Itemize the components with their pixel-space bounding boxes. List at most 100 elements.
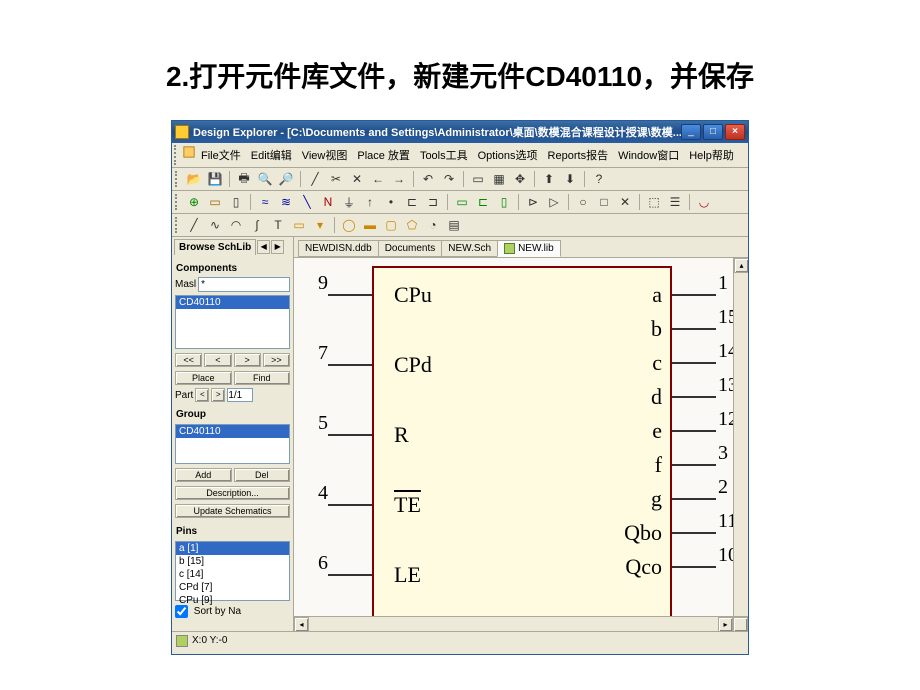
list-item[interactable]: CD40110	[176, 296, 289, 309]
menu-reports[interactable]: Reports报告	[543, 145, 614, 165]
move-icon[interactable]: ✥	[511, 170, 529, 188]
pin-line[interactable]	[672, 362, 716, 364]
update-schematics-button[interactable]: Update Schematics	[175, 504, 290, 518]
draw-arrow-icon[interactable]: ▾	[311, 216, 329, 234]
list-item[interactable]: a [1]	[176, 542, 289, 555]
draw-polyline-icon[interactable]: ∿	[206, 216, 224, 234]
pin-line[interactable]	[672, 328, 716, 330]
browse-tab[interactable]: Browse SchLib	[174, 239, 256, 255]
del-button[interactable]: Del	[234, 468, 291, 482]
draw-text-icon[interactable]: T	[269, 216, 287, 234]
description-button[interactable]: Description...	[175, 486, 290, 500]
menu-grip-icon[interactable]	[174, 145, 180, 165]
nav-back-button[interactable]: <	[204, 353, 231, 367]
pin-line[interactable]	[672, 566, 716, 568]
tab-lib[interactable]: NEW.lib	[497, 240, 561, 257]
find-button[interactable]: Find	[234, 371, 291, 385]
part-count-field[interactable]	[227, 388, 253, 402]
part-prev-button[interactable]: <	[195, 388, 209, 402]
draw-rect-icon[interactable]: ▭	[290, 216, 308, 234]
nav-fwd-button[interactable]: >	[234, 353, 261, 367]
open-icon[interactable]: 📂	[185, 170, 203, 188]
menu-file[interactable]: File文件	[196, 145, 246, 165]
pin-line[interactable]	[328, 504, 372, 506]
redo-icon[interactable]: ↷	[440, 170, 458, 188]
group-listbox[interactable]: CD40110	[175, 424, 290, 464]
layer-down-icon[interactable]: ⬇	[561, 170, 579, 188]
mask-input[interactable]	[198, 277, 290, 292]
tab-sch[interactable]: NEW.Sch	[441, 240, 498, 257]
place-button[interactable]: Place	[175, 371, 232, 385]
pin-line[interactable]	[328, 364, 372, 366]
annotate-icon[interactable]: ⊳	[524, 193, 542, 211]
system-menu-icon[interactable]	[182, 145, 196, 159]
grid-icon[interactable]: ▦	[490, 170, 508, 188]
zoom-out-icon[interactable]: 🔎	[277, 170, 295, 188]
tool-line-icon[interactable]: ╱	[306, 170, 324, 188]
toolbar-grip-icon[interactable]	[175, 194, 181, 210]
ic-icon[interactable]: ▯	[227, 193, 245, 211]
sim-icon[interactable]: ◡	[695, 193, 713, 211]
part-icon[interactable]: ⊕	[185, 193, 203, 211]
label-icon[interactable]: ▷	[545, 193, 563, 211]
nav-last-button[interactable]: >>	[263, 353, 290, 367]
power-icon[interactable]: ↑	[361, 193, 379, 211]
tab-prev-icon[interactable]: ◀	[257, 240, 270, 254]
component-listbox[interactable]: CD40110	[175, 295, 290, 349]
vertical-scrollbar[interactable]: ▴	[733, 258, 748, 616]
menu-view[interactable]: View视图	[297, 145, 353, 165]
pin-line[interactable]	[672, 464, 716, 466]
port-icon[interactable]: ⊏	[403, 193, 421, 211]
menu-edit[interactable]: Edit编辑	[246, 145, 297, 165]
rect2-icon[interactable]: □	[595, 193, 613, 211]
list-item[interactable]: c [14]	[176, 568, 289, 581]
toolbar-grip-icon[interactable]	[175, 171, 181, 187]
pin-line[interactable]	[672, 430, 716, 432]
port2-icon[interactable]: ⊐	[424, 193, 442, 211]
draw-roundrect-icon[interactable]: ▢	[382, 216, 400, 234]
erc-icon[interactable]: ⬚	[645, 193, 663, 211]
draw-pie-icon[interactable]: ◔	[424, 216, 442, 234]
menu-window[interactable]: Window窗口	[613, 145, 684, 165]
draw-bezier-icon[interactable]: ∫	[248, 216, 266, 234]
draw-poly-icon[interactable]: ⬠	[403, 216, 421, 234]
scroll-right-icon[interactable]: ▸	[718, 617, 733, 631]
save-icon[interactable]: 💾	[206, 170, 224, 188]
netlist-icon[interactable]: ☰	[666, 193, 684, 211]
busline-icon[interactable]: ╲	[298, 193, 316, 211]
undo-icon[interactable]: ↶	[419, 170, 437, 188]
cross2-icon[interactable]: ✕	[616, 193, 634, 211]
toolbar-grip-icon[interactable]	[175, 217, 181, 233]
chip-icon[interactable]: ▭	[206, 193, 224, 211]
net-icon[interactable]: N	[319, 193, 337, 211]
draw-arc-icon[interactable]: ◠	[227, 216, 245, 234]
pin-line[interactable]	[672, 498, 716, 500]
junction-icon[interactable]: •	[382, 193, 400, 211]
tool-cross-icon[interactable]: ✕	[348, 170, 366, 188]
ellipse-icon[interactable]: ○	[574, 193, 592, 211]
list-item[interactable]: b [15]	[176, 555, 289, 568]
draw-circ-icon[interactable]: ◯	[340, 216, 358, 234]
bus-icon[interactable]: ≋	[277, 193, 295, 211]
tool-cut-icon[interactable]: ✂	[327, 170, 345, 188]
scroll-left-icon[interactable]: ◂	[294, 617, 309, 631]
menu-options[interactable]: Options选项	[473, 145, 543, 165]
horizontal-scrollbar[interactable]: ◂ ▸	[294, 616, 748, 631]
pin-line[interactable]	[328, 434, 372, 436]
pin-line[interactable]	[672, 532, 716, 534]
menu-tools[interactable]: Tools工具	[415, 145, 473, 165]
rect-icon[interactable]: ▭	[469, 170, 487, 188]
layer-up-icon[interactable]: ⬆	[540, 170, 558, 188]
zoom-in-icon[interactable]: 🔍	[256, 170, 274, 188]
sheet-icon[interactable]: ▭	[453, 193, 471, 211]
schematic-canvas[interactable]: 9CPu7CPd5R4TE6LE1a15b14c13d12e3f2g11Qbo1…	[294, 258, 733, 616]
tab-documents[interactable]: Documents	[378, 240, 443, 257]
print-icon[interactable]: 🖶	[235, 170, 253, 188]
nav-first-button[interactable]: <<	[175, 353, 202, 367]
sheet-entry-icon[interactable]: ⊏	[474, 193, 492, 211]
draw-line-icon[interactable]: ╱	[185, 216, 203, 234]
draw-image-icon[interactable]: ▤	[445, 216, 463, 234]
tab-next-icon[interactable]: ▶	[271, 240, 284, 254]
list-item[interactable]: CD40110	[176, 425, 289, 438]
maximize-button[interactable]: □	[703, 124, 723, 140]
